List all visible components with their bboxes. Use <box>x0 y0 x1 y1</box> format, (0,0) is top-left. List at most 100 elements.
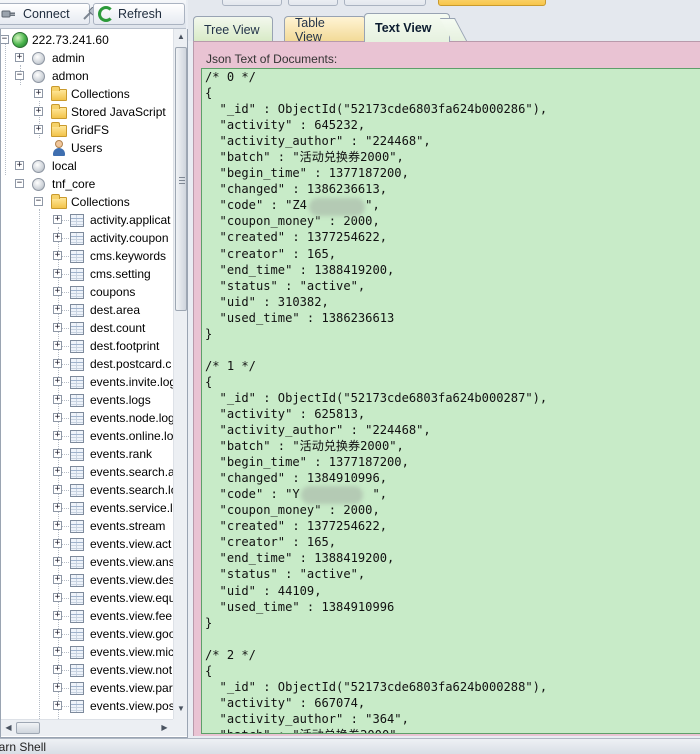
expand-icon[interactable]: + <box>53 323 62 332</box>
tree-server-node[interactable]: − 222.73.241.60 <box>1 31 173 49</box>
tree-collection-item[interactable]: + events.view.des <box>1 571 173 589</box>
tree-collection-item[interactable]: + events.search.a <box>1 463 173 481</box>
refresh-button[interactable]: Refresh <box>93 3 185 25</box>
expand-icon[interactable]: + <box>53 359 62 368</box>
tree-users-node[interactable]: Users <box>1 139 173 157</box>
tree-collection-item[interactable]: + events.invite.log <box>1 373 173 391</box>
expand-icon[interactable]: + <box>15 53 24 62</box>
expand-icon[interactable]: + <box>53 593 62 602</box>
expand-icon[interactable]: + <box>53 629 62 638</box>
tree-collection-item[interactable]: + events.view.fee <box>1 607 173 625</box>
expand-icon[interactable]: + <box>53 701 62 710</box>
expand-icon[interactable]: + <box>53 647 62 656</box>
expand-icon[interactable]: + <box>53 341 62 350</box>
tree-collection-item[interactable]: + coupons <box>1 283 173 301</box>
toolbar-button[interactable] <box>288 0 338 6</box>
expand-icon[interactable]: + <box>53 215 62 224</box>
collapse-icon[interactable]: − <box>34 197 43 206</box>
tree-folder-collections[interactable]: − Collections <box>1 193 173 211</box>
tree-folder-stored-javascript[interactable]: + Stored JavaScript <box>1 103 173 121</box>
expand-icon[interactable]: + <box>53 395 62 404</box>
tree-collection-item[interactable]: + events.node.log <box>1 409 173 427</box>
collection-label: events.view.par <box>90 681 173 695</box>
tree-db-local[interactable]: + local <box>1 157 173 175</box>
scroll-thumb[interactable] <box>16 722 40 734</box>
scroll-down-icon[interactable]: ▼ <box>174 701 187 717</box>
tree-folder-collections[interactable]: + Collections <box>1 85 173 103</box>
tab-tree-view[interactable]: Tree View <box>193 16 273 42</box>
tab-table-view[interactable]: Table View <box>284 16 366 44</box>
tree-collection-item[interactable]: + events.rank <box>1 445 173 463</box>
expand-icon[interactable]: + <box>53 665 62 674</box>
toolbar-highlight-button[interactable] <box>438 0 546 6</box>
tree-collection-item[interactable]: + events.stream <box>1 517 173 535</box>
tree-db-tnf-core[interactable]: − tnf_core <box>1 175 173 193</box>
scroll-right-icon[interactable]: ▶ <box>157 720 172 736</box>
expand-icon[interactable]: + <box>53 557 62 566</box>
toolbar-button[interactable] <box>344 0 426 6</box>
json-text-area[interactable]: /* 0 */ { "_id" : ObjectId("52173cde6803… <box>201 68 700 734</box>
tree-collection-item[interactable]: + events.view.par <box>1 679 173 697</box>
collection-icon <box>70 448 84 461</box>
expand-icon[interactable]: + <box>53 305 62 314</box>
collection-label: dest.count <box>90 321 146 335</box>
expand-icon[interactable]: + <box>53 485 62 494</box>
connect-button[interactable]: Connect <box>0 3 97 25</box>
tree-collection-item[interactable]: + dest.area <box>1 301 173 319</box>
tree-collection-item[interactable]: + events.logs <box>1 391 173 409</box>
expand-icon[interactable]: + <box>34 89 43 98</box>
expand-icon[interactable]: + <box>34 107 43 116</box>
expand-icon[interactable]: + <box>53 251 62 260</box>
tree-collection-item[interactable]: + events.view.ans <box>1 553 173 571</box>
expand-icon[interactable]: + <box>53 521 62 530</box>
tree-collection-item[interactable]: + dest.footprint <box>1 337 173 355</box>
tree-collection-item[interactable]: + dest.postcard.c <box>1 355 173 373</box>
expand-icon[interactable]: + <box>53 233 62 242</box>
expand-icon[interactable]: + <box>53 539 62 548</box>
collapse-icon[interactable]: − <box>1 35 9 44</box>
collapse-icon[interactable]: − <box>15 71 24 80</box>
tree-collection-item[interactable]: + events.service.lo <box>1 499 173 517</box>
expand-icon[interactable]: + <box>53 431 62 440</box>
expand-icon[interactable]: + <box>53 377 62 386</box>
tree-collection-item[interactable]: + events.view.mic <box>1 643 173 661</box>
toolbar-button[interactable] <box>222 0 282 6</box>
expand-icon[interactable]: + <box>53 503 62 512</box>
tree-collection-item[interactable]: + events.search.lo <box>1 481 173 499</box>
expand-icon[interactable]: + <box>53 575 62 584</box>
expand-icon[interactable]: + <box>53 269 62 278</box>
expand-icon[interactable]: + <box>53 611 62 620</box>
tree-horizontal-scrollbar[interactable]: ◀ ▶ <box>1 719 173 736</box>
scroll-left-icon[interactable]: ◀ <box>1 720 16 736</box>
tree-collection-item[interactable]: + events.online.lo <box>1 427 173 445</box>
expand-icon[interactable]: + <box>15 161 24 170</box>
expand-icon[interactable]: + <box>34 125 43 134</box>
scroll-up-icon[interactable]: ▲ <box>174 29 187 45</box>
tree-db-admin[interactable]: + admin <box>1 49 173 67</box>
db-label: admin <box>52 51 85 65</box>
tree-collection-item[interactable]: + events.view.pos <box>1 697 173 715</box>
collection-label: events.logs <box>90 393 151 407</box>
tree-collection-item[interactable]: + dest.count <box>1 319 173 337</box>
expand-icon[interactable]: + <box>53 287 62 296</box>
tree-collection-item[interactable]: + cms.setting <box>1 265 173 283</box>
tree-collection-item[interactable]: + events.view.act <box>1 535 173 553</box>
expand-icon[interactable]: + <box>53 683 62 692</box>
collection-icon <box>70 394 84 407</box>
tree-vertical-scrollbar[interactable]: ▲ ▼ <box>173 29 187 719</box>
tree-collection-item[interactable]: + events.view.goo <box>1 625 173 643</box>
scroll-thumb[interactable] <box>175 47 187 311</box>
tree-folder-gridfs[interactable]: + GridFS <box>1 121 173 139</box>
tree-collection-item[interactable]: + events.view.not <box>1 661 173 679</box>
collapse-icon[interactable]: − <box>15 179 24 188</box>
tree-collection-item[interactable]: + events.view.equ <box>1 589 173 607</box>
expand-icon[interactable]: + <box>53 413 62 422</box>
expand-icon[interactable]: + <box>53 467 62 476</box>
tree-collection-item[interactable]: + cms.keywords <box>1 247 173 265</box>
expand-icon[interactable]: + <box>53 449 62 458</box>
tree-db-admon[interactable]: − admon <box>1 67 173 85</box>
tab-text-view[interactable]: Text View <box>364 13 450 42</box>
tree-collection-item[interactable]: + activity.coupon <box>1 229 173 247</box>
tree-collection-item[interactable]: + activity.applicat <box>1 211 173 229</box>
folder-icon <box>51 122 67 137</box>
